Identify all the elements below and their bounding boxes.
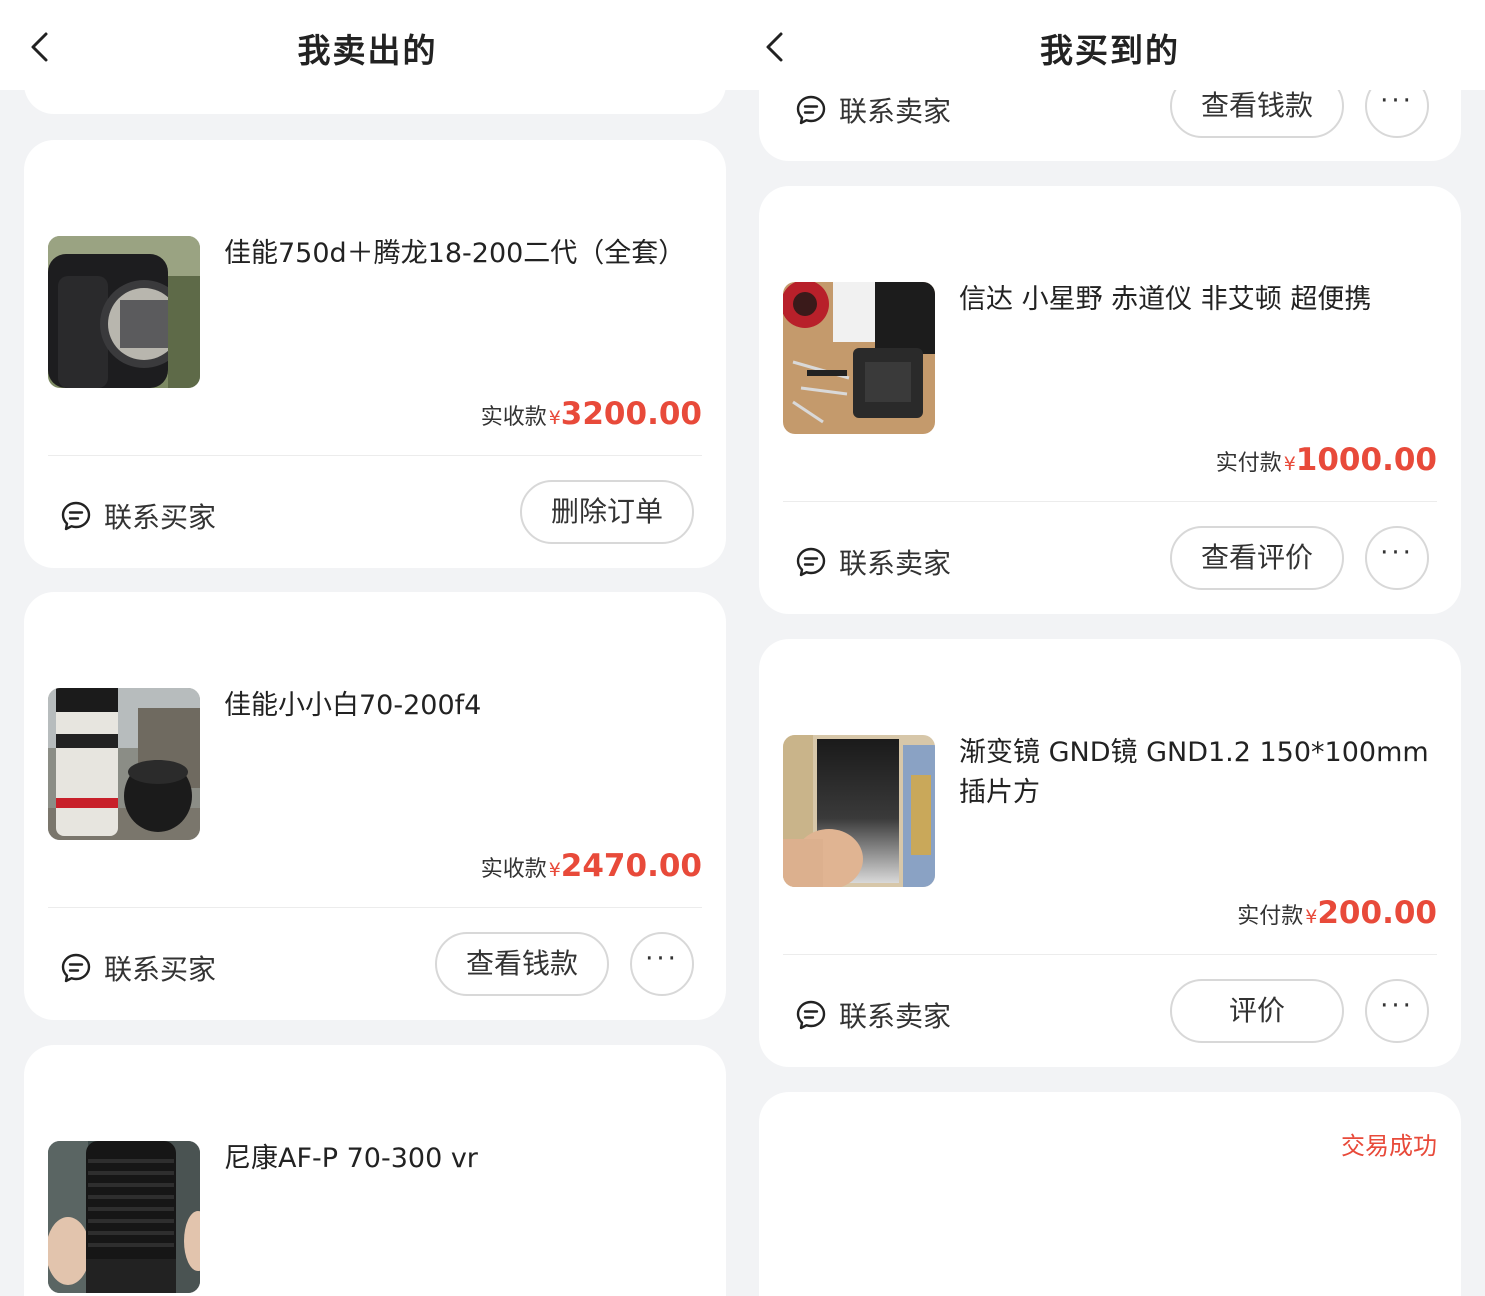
- contact-buyer-button[interactable]: 联系买家: [60, 496, 216, 536]
- price-value: 2470.00: [560, 848, 702, 884]
- more-options-button[interactable]: ···: [1365, 526, 1429, 590]
- price-row: 实收款 ¥2470.00: [481, 848, 702, 884]
- order-card[interactable]: 渐变镜 GND镜 GND1.2 150*100mm 插片方 实付款 ¥200.00…: [759, 639, 1461, 1067]
- chat-icon: [61, 501, 91, 531]
- price-label: 实付款: [1237, 904, 1304, 929]
- chat-icon: [796, 95, 826, 125]
- product-title[interactable]: 尼康AF-P 70-300 vr: [224, 1139, 702, 1179]
- product-thumbnail[interactable]: [48, 1141, 200, 1293]
- bought-orders-panel: 我买到的 联系卖家 查看钱款 ··· 信达 小星野 赤道仪 非艾顿 超便携 实付…: [735, 0, 1485, 1296]
- currency-symbol: ¥: [1283, 453, 1296, 475]
- status-text: 交易成功: [1341, 1132, 1437, 1160]
- sold-orders-panel: 我卖出的 佳能750d＋腾龙18-200二代（全套） 实收款¥3200.00: [0, 0, 735, 1296]
- contact-seller-button[interactable]: 联系卖家: [795, 542, 951, 582]
- contact-seller-button[interactable]: 联系卖家: [795, 90, 951, 130]
- price-value: 1000.00: [1295, 442, 1437, 478]
- product-title[interactable]: 渐变镜 GND镜 GND1.2 150*100mm 插片方: [959, 733, 1437, 813]
- price-value: 200.00: [1317, 895, 1437, 931]
- currency-symbol: ¥: [548, 859, 561, 881]
- divider: [783, 501, 1437, 502]
- view-review-button[interactable]: 查看评价: [1170, 526, 1344, 590]
- currency-symbol: ¥: [1305, 906, 1318, 928]
- price-row: 实付款 ¥200.00: [1237, 895, 1437, 931]
- order-card[interactable]: 交易成功: [759, 1092, 1461, 1296]
- product-title[interactable]: 佳能750d＋腾龙18-200二代（全套）: [224, 234, 702, 274]
- contact-label: 联系买家: [104, 501, 217, 534]
- price-row: 实收款 ¥3200.00: [481, 396, 702, 432]
- divider: [783, 954, 1437, 955]
- product-thumbnail[interactable]: [48, 236, 200, 388]
- divider: [48, 455, 702, 456]
- contact-label: 联系卖家: [839, 1000, 952, 1033]
- price-value: 3200.00: [560, 396, 702, 432]
- divider: [48, 907, 702, 908]
- price-label: 实付款: [1215, 451, 1282, 476]
- view-payment-button[interactable]: 查看钱款: [435, 932, 609, 996]
- contact-label: 联系卖家: [839, 95, 952, 128]
- contact-seller-button[interactable]: 联系卖家: [795, 995, 951, 1035]
- product-title[interactable]: 信达 小星野 赤道仪 非艾顿 超便携: [959, 280, 1437, 320]
- currency-symbol: ¥: [548, 407, 561, 429]
- product-thumbnail[interactable]: [783, 282, 935, 434]
- order-card[interactable]: 信达 小星野 赤道仪 非艾顿 超便携 实付款 ¥1000.00 联系卖家 查看评价…: [759, 186, 1461, 614]
- chat-icon: [796, 547, 826, 577]
- page-title: 我买到的: [1040, 31, 1180, 70]
- order-card[interactable]: 佳能小小白70-200f4 实收款 ¥2470.00 联系买家 查看钱款 ···: [24, 592, 726, 1020]
- order-card[interactable]: 尼康AF-P 70-300 vr: [24, 1045, 726, 1296]
- price-label: 实收款: [480, 405, 547, 430]
- product-thumbnail[interactable]: [48, 688, 200, 840]
- delete-order-button[interactable]: 删除订单: [520, 480, 694, 544]
- price-label: 实收款: [480, 857, 547, 882]
- chat-icon: [61, 953, 91, 983]
- chat-icon: [796, 1000, 826, 1030]
- product-title[interactable]: 佳能小小白70-200f4: [224, 686, 702, 726]
- page-title: 我卖出的: [297, 31, 438, 70]
- product-thumbnail[interactable]: [783, 735, 935, 887]
- price-row: 实付款 ¥1000.00: [1216, 442, 1437, 478]
- top-bar: 我卖出的: [0, 0, 735, 90]
- top-bar: 我买到的: [735, 0, 1485, 90]
- order-card[interactable]: 佳能750d＋腾龙18-200二代（全套） 实收款 ¥3200.00 联系买家 删…: [24, 140, 726, 568]
- contact-label: 联系买家: [104, 953, 217, 986]
- more-options-button[interactable]: ···: [630, 932, 694, 996]
- contact-buyer-button[interactable]: 联系买家: [60, 948, 216, 988]
- contact-label: 联系卖家: [839, 547, 952, 580]
- review-button[interactable]: 评价: [1170, 979, 1344, 1043]
- more-options-button[interactable]: ···: [1365, 979, 1429, 1043]
